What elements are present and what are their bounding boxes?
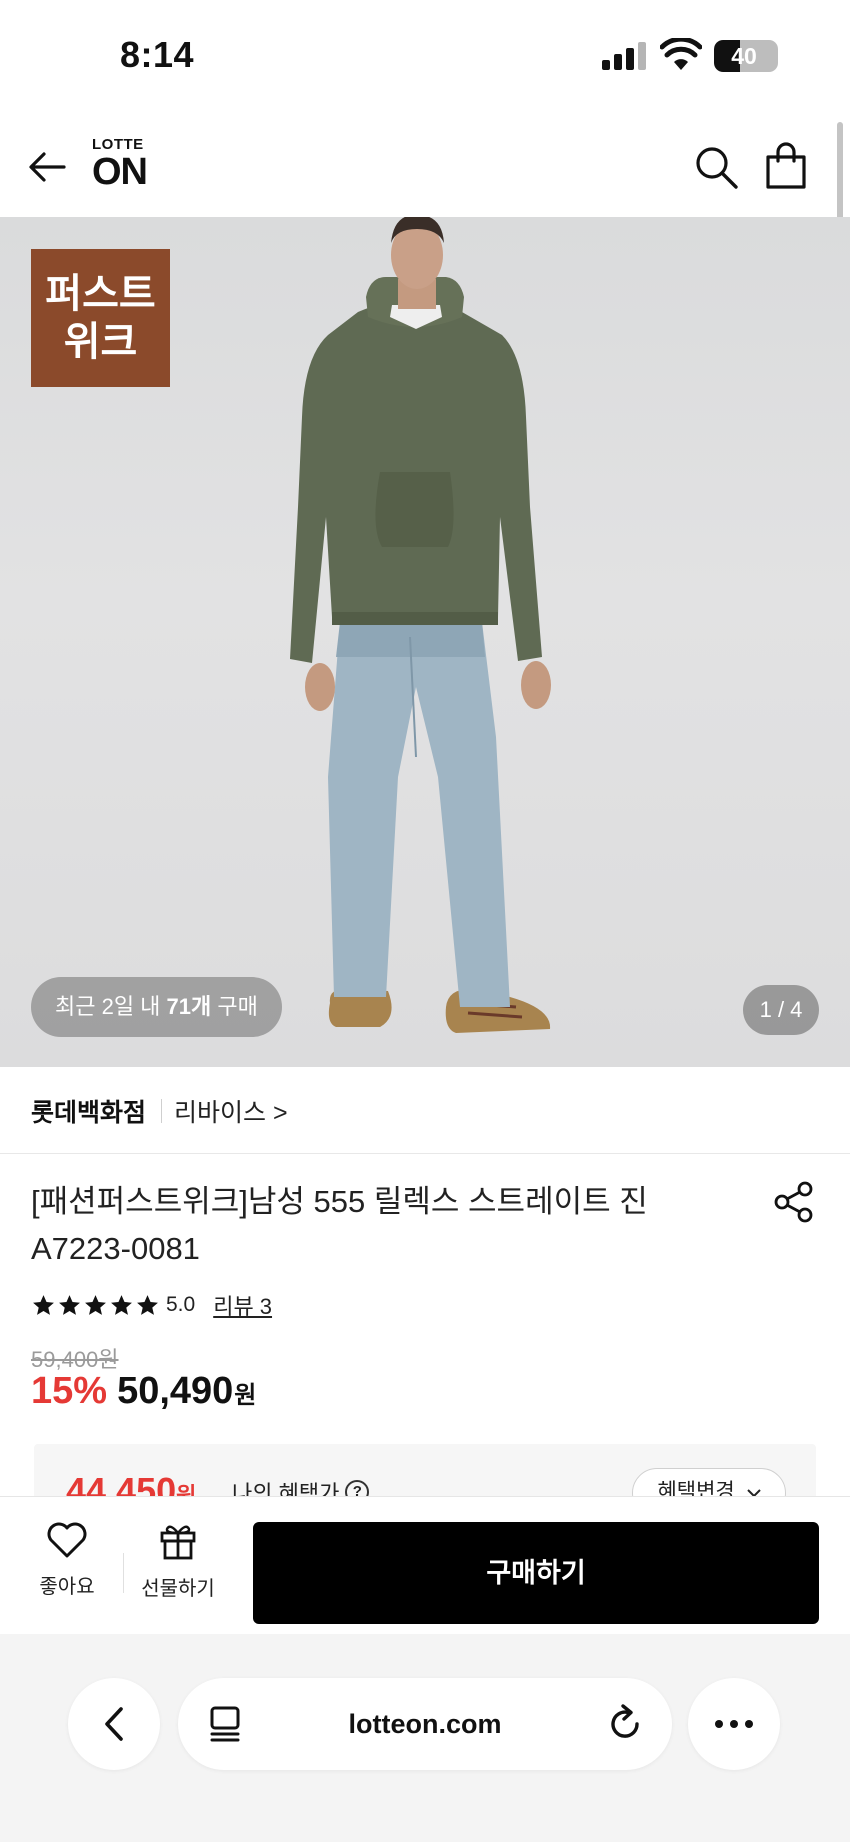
share-icon xyxy=(774,1181,813,1223)
product-title: [패션퍼스트위크]남성 555 릴렉스 스트레이트 진 A7223-0081 xyxy=(31,1184,648,1266)
badge-line-1: 퍼스트 xyxy=(45,272,156,316)
star-icon xyxy=(85,1294,106,1315)
badge-line-2: 위크 xyxy=(63,320,138,364)
logo-main-text: ON xyxy=(92,151,148,193)
shopping-bag-icon xyxy=(766,142,806,189)
benefit-label: 나의 혜택가 xyxy=(232,1481,340,1496)
discount-rate: 15% xyxy=(31,1370,108,1412)
reload-icon[interactable] xyxy=(606,1704,644,1744)
url-text: lotteon.com xyxy=(348,1709,502,1739)
purchase-count: 71개 xyxy=(166,994,212,1019)
product-model-photo xyxy=(290,217,551,1033)
my-benefit-box: 44,450원 나의 혜택가 ? 혜택변경 xyxy=(34,1444,816,1496)
benefit-currency: 원 xyxy=(176,1483,197,1496)
bottom-action-bar: 좋아요 선물하기 구매하기 xyxy=(0,1496,850,1634)
first-week-badge: 퍼스트 위크 xyxy=(31,249,170,387)
lotte-on-logo[interactable]: LOTTE ON xyxy=(92,137,172,197)
cellular-signal-icon xyxy=(602,42,648,70)
benefit-label-group: 나의 혜택가 ? xyxy=(232,1476,370,1496)
star-icon xyxy=(111,1294,132,1315)
recent-purchase-pill: 최근 2일 내 71개 구매 xyxy=(31,977,282,1037)
search-button[interactable] xyxy=(692,143,740,191)
status-bar: 8:14 40 xyxy=(0,0,850,115)
buy-button[interactable]: 구매하기 xyxy=(253,1522,819,1624)
benefit-price-value: 44,450 xyxy=(66,1470,177,1496)
status-time: 8:14 xyxy=(120,34,195,75)
store-divider xyxy=(161,1099,162,1123)
benefit-change-label: 혜택변경 xyxy=(657,1480,735,1496)
store-row: 롯데백화점 리바이스 > xyxy=(0,1067,850,1154)
gift-icon xyxy=(160,1525,196,1560)
share-button[interactable] xyxy=(772,1180,816,1224)
back-button[interactable] xyxy=(22,145,72,189)
browser-back-button[interactable] xyxy=(68,1678,160,1770)
shopping-bag-button[interactable] xyxy=(762,141,810,191)
heart-icon xyxy=(47,1522,87,1558)
benefit-price: 44,450원 xyxy=(66,1470,196,1496)
gift-button[interactable]: 선물하기 xyxy=(136,1521,220,1611)
sale-currency: 원 xyxy=(234,1382,257,1409)
address-bar[interactable]: lotteon.com xyxy=(178,1678,672,1770)
brand-link[interactable]: 리바이스 > xyxy=(174,1093,288,1129)
star-icon xyxy=(33,1294,54,1315)
star-icon xyxy=(59,1294,80,1315)
rating-value: 5.0 xyxy=(166,1293,196,1316)
rating-row: 5.0 리뷰 3 xyxy=(31,1290,272,1320)
battery-icon: 40 xyxy=(714,40,778,72)
browser-toolbar: lotteon.com xyxy=(0,1634,850,1842)
wifi-icon xyxy=(660,38,702,70)
action-divider xyxy=(123,1553,124,1593)
purchase-suffix: 구매 xyxy=(211,994,258,1019)
search-icon xyxy=(696,147,738,189)
image-page-indicator: 1 / 4 xyxy=(743,985,819,1035)
gift-label: 선물하기 xyxy=(141,1578,215,1600)
rating-stars xyxy=(31,1293,160,1318)
app-header: LOTTE ON xyxy=(0,115,850,217)
arrow-left-icon xyxy=(29,152,66,182)
review-link[interactable]: 리뷰 3 xyxy=(213,1289,272,1321)
chevron-down-icon xyxy=(746,1489,761,1496)
product-image-carousel[interactable]: 퍼스트 위크 최근 2일 내 71개 구매 1 / 4 xyxy=(0,217,850,1067)
sale-price: 50,490 xyxy=(117,1370,234,1412)
battery-tip xyxy=(771,50,776,62)
like-button[interactable]: 좋아요 xyxy=(30,1521,104,1611)
battery-level: 40 xyxy=(731,43,757,69)
purchase-prefix: 최근 2일 내 xyxy=(55,994,167,1019)
help-icon[interactable]: ? xyxy=(345,1480,370,1496)
chevron-left-icon xyxy=(105,1707,123,1741)
store-name[interactable]: 롯데백화점 xyxy=(31,1093,146,1129)
more-options-button[interactable] xyxy=(688,1678,780,1770)
benefit-change-button[interactable]: 혜택변경 xyxy=(632,1468,786,1496)
more-dots-icon xyxy=(715,1720,753,1728)
price-row: 15% 50,490 원 xyxy=(31,1370,256,1416)
like-label: 좋아요 xyxy=(39,1576,95,1598)
star-icon xyxy=(137,1294,158,1315)
